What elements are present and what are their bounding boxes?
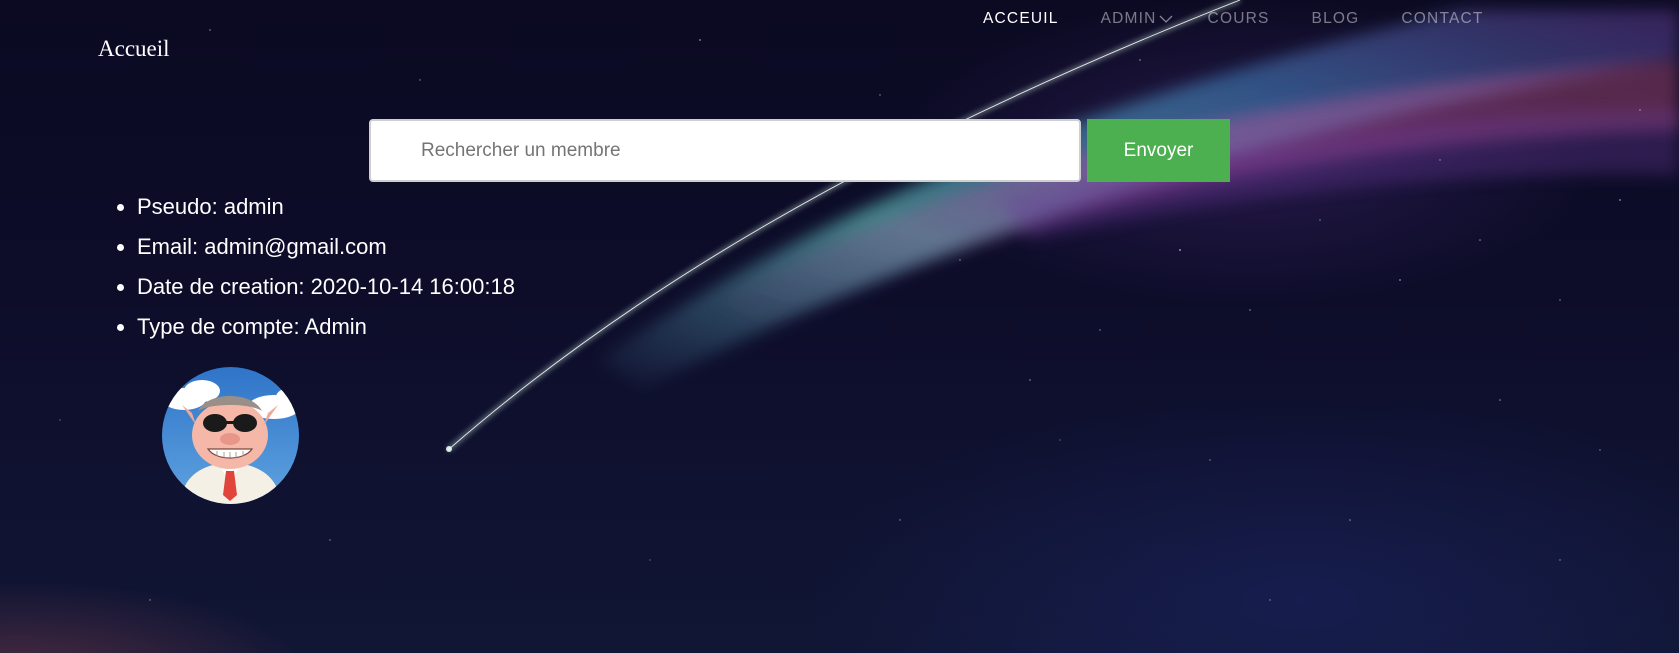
profile-account-type: Type de compte: Admin [137, 307, 515, 347]
profile-created-date: Date de creation: 2020-10-14 16:00:18 [137, 267, 515, 307]
nav-item-label: BLOG [1311, 10, 1360, 27]
main-nav: ACCEUIL ADMIN COURS BLOG CONTACT [983, 10, 1526, 28]
nav-item-label: ACCEUIL [983, 10, 1059, 27]
brand-logo-link[interactable]: Accueil [98, 36, 170, 62]
nav-item-blog[interactable]: BLOG [1312, 10, 1360, 28]
send-button[interactable]: Envoyer [1087, 119, 1230, 182]
nav-item-label: CONTACT [1401, 10, 1484, 27]
nav-item-acceuil[interactable]: ACCEUIL [983, 10, 1059, 28]
nav-item-label: COURS [1207, 10, 1270, 27]
nav-item-admin-dropdown[interactable]: ADMIN [1101, 10, 1173, 28]
profile-email: Email: admin@gmail.com [137, 227, 515, 267]
member-search-form: Envoyer [369, 119, 1230, 182]
nav-item-contact[interactable]: CONTACT [1401, 10, 1483, 28]
member-search-input[interactable] [369, 119, 1081, 182]
avatar-pig-pilot-icon [162, 367, 299, 504]
profile-info-list: Pseudo: admin Email: admin@gmail.com Dat… [137, 187, 515, 347]
nav-item-cours[interactable]: COURS [1208, 10, 1270, 28]
profile-pseudo: Pseudo: admin [137, 187, 515, 227]
chevron-down-icon [1159, 15, 1173, 23]
avatar [162, 367, 299, 504]
nav-item-label: ADMIN [1100, 10, 1157, 27]
